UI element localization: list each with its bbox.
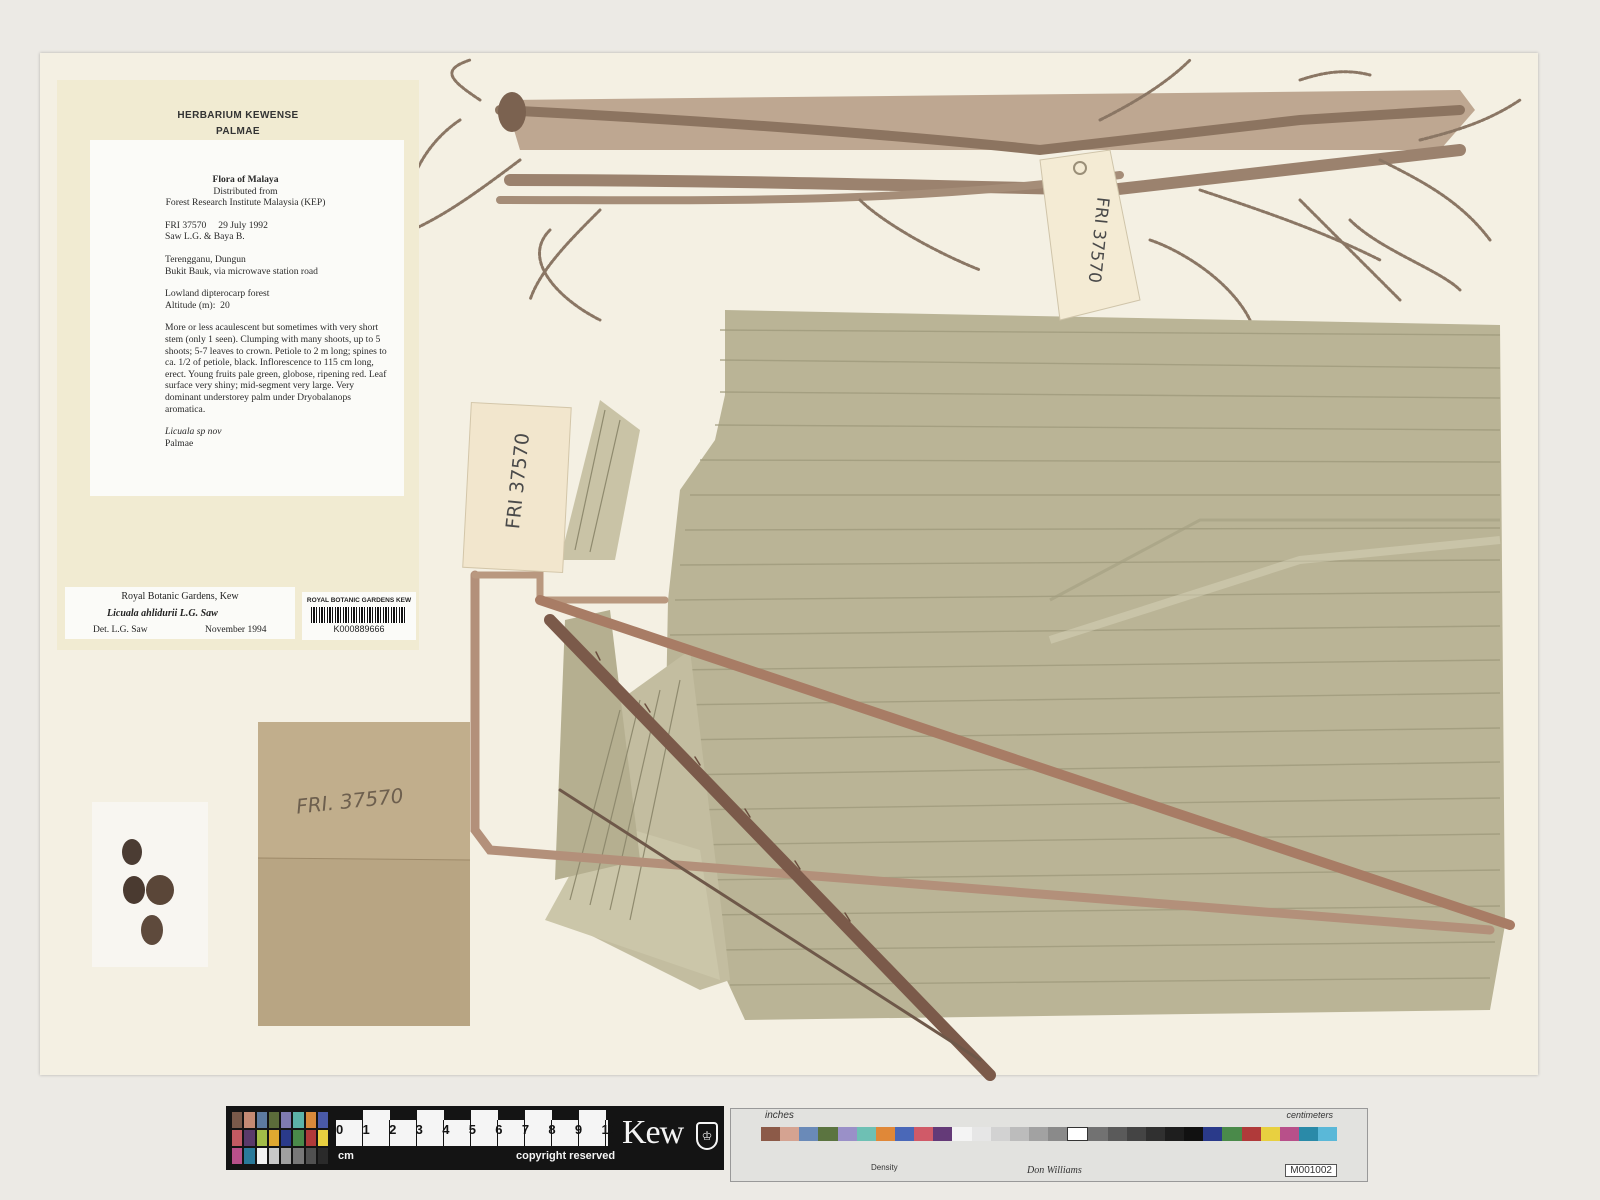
description: More or less acaulescent but sometimes w… [165,322,387,415]
ruler-num: 2 [389,1122,397,1137]
det-date: November 1994 [205,625,267,635]
locality-detail: Bukit Bauk, via microwave station road [165,265,318,277]
locality-state: Terengganu, Dungun [165,253,246,265]
ruler-num: 10 [601,1122,616,1137]
kew-logo: Kew [622,1114,684,1151]
ruler-unit: cm [338,1150,354,1162]
altitude: Altitude (m): 20 [165,299,230,311]
collection-number: FRI 37570 29 July 1992 [165,219,268,231]
ruler-num: 6 [495,1122,503,1137]
ruler-num: 8 [548,1122,556,1137]
color-target: inches centimeters Density Don Williams … [730,1108,1368,1182]
field-family: Palmae [165,437,194,449]
ruler-num: 7 [521,1122,530,1137]
density-label: Density [871,1163,898,1172]
barcode-heading: ROYAL BOTANIC GARDENS KEW [306,597,412,604]
herbarium-name: HERBARIUM KEWENSE [177,110,299,121]
crest-icon: ♔ [696,1122,718,1150]
det-determiner: Det. L.G. Saw [93,625,148,635]
signature: Don Williams [1027,1165,1082,1176]
inches-label: inches [765,1110,794,1121]
ruler-num: 5 [468,1122,476,1137]
centimeters-label: centimeters [1286,1110,1333,1120]
det-institution: Royal Botanic Gardens, Kew [121,591,239,602]
barcode-number: K000889666 [333,624,385,634]
determination-label: Royal Botanic Gardens, Kew Licuala ahlid… [65,587,295,639]
target-code: M001002 [1285,1164,1337,1177]
barcode-label: ROYAL BOTANIC GARDENS KEW K000889666 [302,592,416,640]
scale-bar: 0 1 2 3 4 5 6 7 8 9 10 cm copyright rese… [226,1106,724,1170]
ruler-num: 9 [574,1122,583,1137]
herbarium-family: PALMAE [216,126,260,137]
copyright-text: copyright reserved [516,1150,616,1162]
collection-label: Flora of Malaya Distributed from Forest … [90,140,404,496]
ruler-num: 3 [415,1122,423,1137]
habitat: Lowland dipterocarp forest [165,288,270,300]
flora-title: Flora of Malaya [212,174,279,185]
collectors: Saw L.G. & Baya B. [165,231,245,243]
det-taxon: Licuala ahlidurii L.G. Saw [107,608,218,619]
distributed-text: Distributed from [213,185,278,197]
inflorescence [398,58,1522,322]
ruler-num: 1 [362,1122,370,1137]
ruler-numbers: 0 1 2 3 4 5 6 7 8 9 10 [336,1122,616,1137]
ruler-num: 0 [336,1122,344,1137]
leaf-blade [665,310,1505,1020]
ruler-num: 4 [442,1122,450,1137]
color-swatches [232,1112,328,1164]
fruit-packet [92,802,208,967]
institute-text: Forest Research Institute Malaysia (KEP) [165,197,326,209]
barcode-bars [311,607,407,623]
seed-envelope [257,722,471,1026]
color-strip [761,1127,1338,1141]
field-name: Licuala sp nov [165,426,222,438]
